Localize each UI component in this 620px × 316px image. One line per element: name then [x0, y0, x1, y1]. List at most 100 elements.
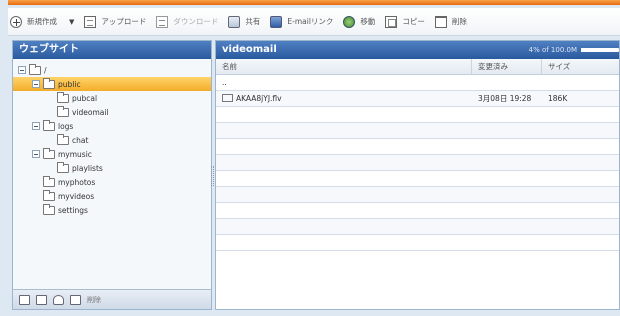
user-icon[interactable]	[53, 294, 64, 305]
storage-usage-text: 4% of 100.0M	[528, 46, 577, 54]
storage-usage-fill	[581, 48, 583, 52]
folder-icon	[43, 119, 55, 131]
file-modified-cell: 3月08日 19:28	[478, 94, 532, 103]
folder-icon	[43, 77, 55, 89]
move-button[interactable]: 移動	[343, 12, 375, 32]
tree-item-label: chat	[72, 135, 89, 145]
column-header-modified[interactable]: 変更済み	[472, 59, 542, 74]
chevron-down-icon[interactable]: ▼	[69, 18, 74, 26]
trash-icon[interactable]	[70, 294, 81, 305]
collapse-toggle-icon[interactable]	[18, 66, 26, 74]
video-file-icon	[222, 94, 233, 102]
tree-item-label: mymusic	[58, 149, 92, 159]
tree-item[interactable]: settings	[32, 203, 88, 217]
empty-row	[216, 187, 619, 203]
collapse-toggle-icon[interactable]	[32, 80, 40, 88]
plus-icon	[10, 15, 22, 28]
delete-button[interactable]: 削除	[434, 12, 467, 32]
file-modified-cell	[472, 75, 542, 90]
tree-item-label: myvideos	[58, 191, 95, 201]
empty-row	[216, 235, 619, 251]
new-button[interactable]: 新規作成	[10, 12, 57, 32]
tree-item-label: playlists	[72, 163, 103, 173]
tree-item[interactable]: mymusic	[32, 147, 92, 161]
move-icon	[343, 15, 356, 28]
upload-label: アップロード	[101, 17, 147, 26]
storage-usage-bar	[581, 48, 619, 52]
column-header-size[interactable]: サイズ	[542, 59, 619, 74]
new-folder-icon[interactable]	[19, 294, 30, 305]
empty-row	[216, 203, 619, 219]
trash-icon	[434, 15, 447, 28]
share-icon	[228, 15, 241, 28]
copy-button[interactable]: コピー	[385, 12, 425, 32]
file-name: ..	[222, 78, 227, 87]
empty-row	[216, 219, 619, 235]
tree-item-label: pubcal	[72, 93, 98, 103]
folder-tree-panel: ウェブサイト / public pubcal videomail logs chat mym…	[12, 40, 212, 310]
folder-icon	[43, 203, 55, 215]
empty-row	[216, 155, 619, 171]
tree-item-label: public	[58, 79, 81, 89]
collapse-toggle-icon[interactable]	[32, 122, 40, 130]
tree-item-label: settings	[58, 205, 88, 215]
tree-item[interactable]: myvideos	[32, 189, 94, 203]
storage-usage: 4% of 100.0M	[529, 41, 619, 59]
new-label: 新規作成	[27, 17, 57, 26]
file-row[interactable]: AKAA8jYJ.flv 3月08日 19:28 186K	[216, 91, 619, 107]
tree-item[interactable]: myphotos	[32, 175, 95, 189]
share-label: 共有	[245, 17, 261, 26]
tree-item[interactable]: playlists	[46, 161, 103, 175]
file-name-cell: AKAA8jYJ.flv	[216, 91, 472, 106]
tree-item[interactable]: /	[18, 63, 47, 77]
share-button[interactable]: 共有	[228, 12, 260, 32]
empty-row	[216, 107, 619, 123]
tree-item[interactable]: chat	[46, 133, 88, 147]
file-size-cell: 186K	[548, 94, 568, 103]
folder-icon	[57, 105, 69, 117]
tree-item[interactable]: logs	[32, 119, 73, 133]
upload-file-icon[interactable]	[36, 294, 47, 305]
tree-item[interactable]: public	[13, 77, 211, 91]
copy-icon	[385, 15, 398, 28]
download-icon	[156, 15, 169, 28]
current-folder-title: videomail	[222, 44, 277, 55]
move-label: 移動	[360, 17, 376, 26]
tree-item-label: myphotos	[58, 177, 96, 187]
tree-item-label: videomail	[72, 107, 109, 117]
folder-tree-title: ウェブサイト	[13, 41, 211, 59]
upload-button[interactable]: アップロード	[84, 12, 146, 32]
file-name: AKAA8jYJ.flv	[236, 94, 282, 103]
folder-icon	[43, 189, 55, 201]
file-list-panel: videomail 4% of 100.0M 名前 変更済み サイズ .. AKA…	[215, 40, 620, 310]
file-row[interactable]: ..	[216, 75, 619, 91]
tree-item[interactable]: videomail	[46, 105, 109, 119]
folder-icon	[57, 161, 69, 173]
column-header-row: 名前 変更済み サイズ	[216, 59, 619, 75]
collapse-toggle-icon[interactable]	[32, 150, 40, 158]
folder-icon	[43, 175, 55, 187]
empty-row	[216, 123, 619, 139]
file-list-header: videomail 4% of 100.0M	[216, 41, 619, 59]
toolbar: 新規作成 ▼ アップロード ダウンロード 共有 E-mailリンク 移動 コピー	[8, 8, 620, 36]
empty-row	[216, 171, 619, 187]
email-link-label: E-mailリンク	[287, 17, 334, 26]
upload-icon	[84, 15, 97, 28]
tree-item[interactable]: pubcal	[46, 91, 97, 105]
file-list: .. AKAA8jYJ.flv 3月08日 19:28 186K	[216, 75, 619, 251]
footer-delete-label[interactable]: 削除	[87, 295, 101, 305]
tree-item-label: /	[44, 65, 47, 75]
email-link-icon	[270, 15, 283, 28]
delete-label: 削除	[451, 17, 467, 26]
file-size-cell	[542, 75, 619, 90]
app-window: 新規作成 ▼ アップロード ダウンロード 共有 E-mailリンク 移動 コピー	[0, 0, 620, 316]
file-name-cell: ..	[216, 75, 472, 90]
copy-label: コピー	[402, 17, 425, 26]
email-link-button[interactable]: E-mailリンク	[270, 12, 333, 32]
column-header-name[interactable]: 名前	[216, 59, 472, 74]
tree-item-label: logs	[58, 121, 74, 131]
panel-splitter-handle[interactable]	[211, 166, 214, 186]
download-button[interactable]: ダウンロード	[156, 12, 218, 32]
folder-icon	[57, 133, 69, 145]
header-accent-bar	[8, 0, 620, 5]
